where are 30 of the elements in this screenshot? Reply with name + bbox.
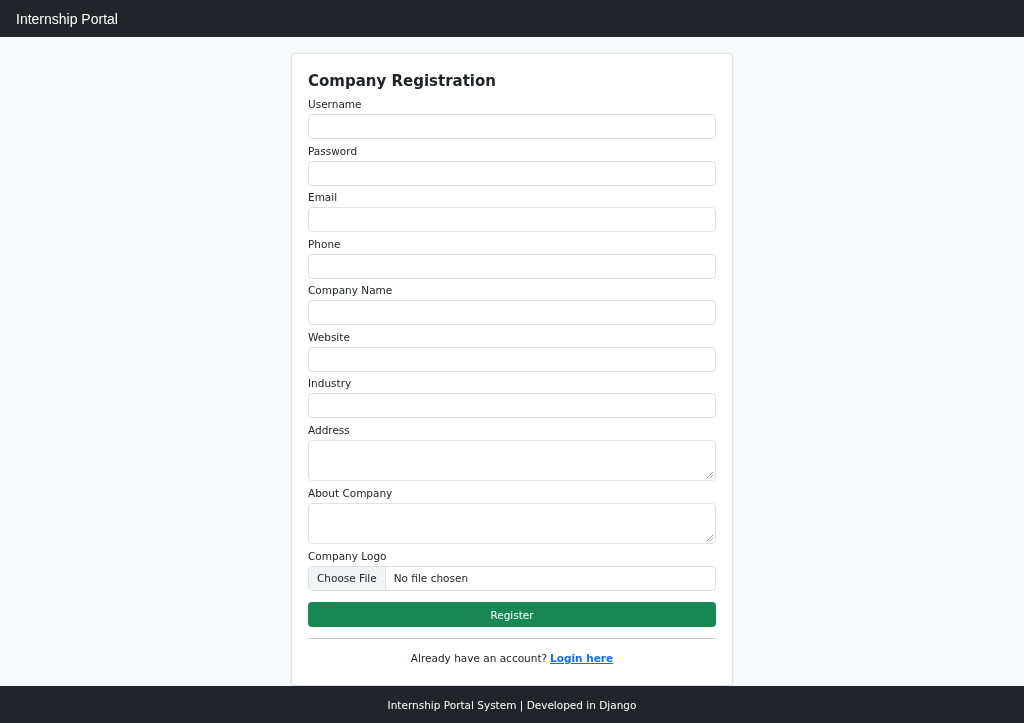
field-label: Password	[308, 143, 358, 158]
register-button[interactable]: Register	[308, 602, 716, 627]
input-field[interactable]	[308, 346, 716, 372]
field-label: Industry	[308, 376, 352, 390]
input-field[interactable]	[308, 207, 716, 232]
brand-link[interactable]: Internship Portal	[16, 10, 118, 27]
resize-grip-icon[interactable]	[707, 471, 713, 478]
field-label: Email	[308, 190, 338, 204]
field-label: Username	[308, 97, 362, 111]
choose-file-button[interactable]: Choose File	[309, 566, 386, 590]
input-field[interactable]	[308, 160, 716, 186]
login-link[interactable]: Login here	[550, 652, 614, 664]
field-label: Website	[308, 329, 350, 344]
field-label: Company Name	[308, 283, 393, 297]
footer-text: Internship Portal System | Developed in Django	[387, 698, 637, 711]
file-input[interactable]: Choose File No file chosen	[308, 565, 716, 591]
field-label: About Company	[308, 485, 393, 500]
resize-grip-icon[interactable]	[707, 534, 713, 541]
input-field[interactable]	[308, 300, 716, 325]
form-title: Company Registration	[308, 71, 497, 92]
input-field[interactable]	[308, 253, 716, 279]
file-status: No file chosen	[392, 572, 469, 584]
input-field[interactable]	[308, 393, 716, 418]
textarea-field[interactable]	[308, 502, 716, 544]
login-prompt: Already have an account?	[410, 652, 548, 664]
field-label: Phone	[308, 236, 341, 251]
field-label: Address	[308, 422, 350, 437]
textarea-field[interactable]	[308, 439, 716, 481]
input-field[interactable]	[308, 114, 716, 139]
field-label: Company Logo	[308, 548, 387, 563]
